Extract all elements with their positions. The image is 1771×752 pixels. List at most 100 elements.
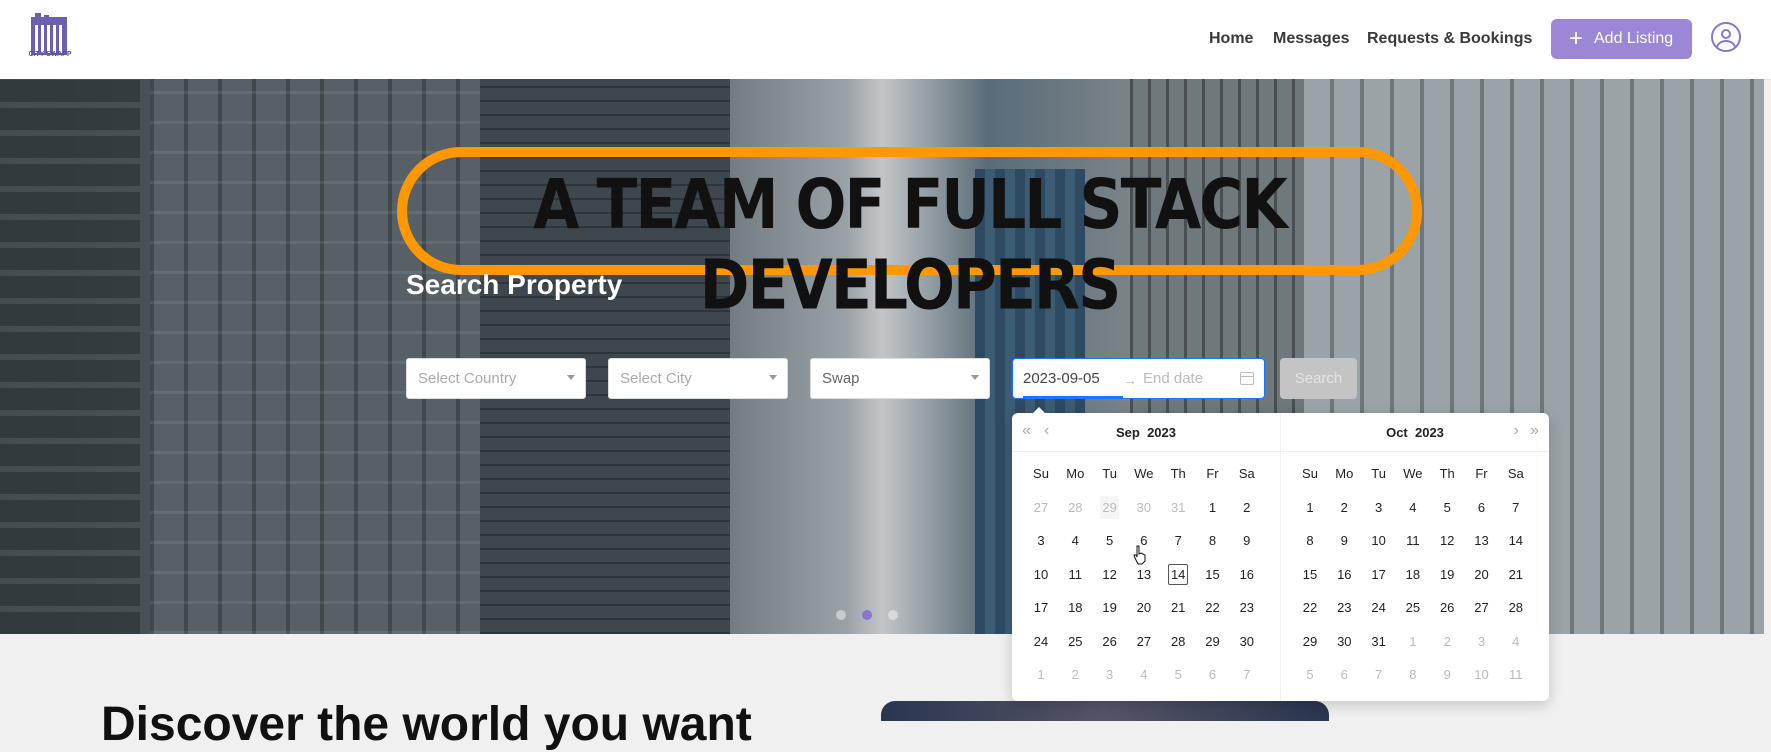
calendar-day[interactable]: 3	[1362, 491, 1396, 525]
calendar-day[interactable]: 6	[1327, 658, 1361, 692]
calendar-day[interactable]: 2	[1058, 658, 1092, 692]
calendar-day[interactable]: 18	[1058, 591, 1092, 625]
calendar-day[interactable]: 1	[1293, 491, 1327, 525]
end-date-input[interactable]: End date	[1143, 370, 1203, 387]
calendar-day[interactable]: 7	[1230, 658, 1264, 692]
carousel-dot-2[interactable]	[862, 610, 872, 620]
calendar-day[interactable]: 30	[1327, 625, 1361, 659]
calendar-day[interactable]: 26	[1430, 591, 1464, 625]
calendar-day[interactable]: 11	[1396, 524, 1430, 558]
calendar-day[interactable]: 15	[1293, 558, 1327, 592]
calendar-day[interactable]: 4	[1499, 625, 1533, 659]
calendar-day[interactable]: 1	[1024, 658, 1058, 692]
calendar-day[interactable]: 4	[1127, 658, 1161, 692]
calendar-day[interactable]: 29	[1093, 491, 1127, 525]
calendar-day[interactable]: 5	[1161, 658, 1195, 692]
calendar-day[interactable]: 22	[1196, 591, 1230, 625]
calendar-day[interactable]: 8	[1196, 524, 1230, 558]
date-range-input[interactable]: 2023-09-05 → End date	[1012, 358, 1265, 399]
year-label[interactable]: 2023	[1415, 425, 1444, 440]
calendar-day[interactable]: 9	[1327, 524, 1361, 558]
calendar-day[interactable]: 4	[1396, 491, 1430, 525]
calendar-day[interactable]: 6	[1196, 658, 1230, 692]
start-date-input[interactable]: 2023-09-05	[1023, 370, 1100, 387]
calendar-day[interactable]: 27	[1465, 591, 1499, 625]
calendar-day[interactable]: 2	[1230, 491, 1264, 525]
calendar-day[interactable]: 25	[1396, 591, 1430, 625]
calendar-day[interactable]: 12	[1093, 558, 1127, 592]
calendar-day[interactable]: 23	[1327, 591, 1361, 625]
calendar-day[interactable]: 11	[1058, 558, 1092, 592]
calendar-day[interactable]: 19	[1430, 558, 1464, 592]
calendar-day[interactable]: 16	[1327, 558, 1361, 592]
calendar-day[interactable]: 17	[1362, 558, 1396, 592]
calendar-day[interactable]: 7	[1362, 658, 1396, 692]
calendar-day[interactable]: 14	[1499, 524, 1533, 558]
calendar-day[interactable]: 15	[1196, 558, 1230, 592]
carousel-dot-3[interactable]	[888, 610, 898, 620]
calendar-day[interactable]: 9	[1230, 524, 1264, 558]
calendar-day[interactable]: 1	[1196, 491, 1230, 525]
calendar-day[interactable]: 28	[1161, 625, 1195, 659]
calendar-day[interactable]: 22	[1293, 591, 1327, 625]
calendar-day[interactable]: 8	[1396, 658, 1430, 692]
month-label[interactable]: Oct	[1386, 425, 1408, 440]
country-select[interactable]: Select Country	[406, 358, 586, 399]
calendar-day[interactable]: 2	[1327, 491, 1361, 525]
calendar-day[interactable]: 13	[1465, 524, 1499, 558]
city-select[interactable]: Select City	[608, 358, 788, 399]
calendar-day-today[interactable]: 14	[1161, 558, 1195, 592]
calendar-day[interactable]: 29	[1293, 625, 1327, 659]
calendar-day[interactable]: 21	[1161, 591, 1195, 625]
calendar-day[interactable]: 30	[1127, 491, 1161, 525]
search-button[interactable]: Search	[1280, 358, 1357, 399]
nav-home[interactable]: Home	[1209, 30, 1253, 48]
calendar-day[interactable]: 19	[1093, 591, 1127, 625]
calendar-day[interactable]: 30	[1230, 625, 1264, 659]
calendar-day[interactable]: 5	[1093, 524, 1127, 558]
calendar-day[interactable]: 18	[1396, 558, 1430, 592]
month-label[interactable]: Sep	[1116, 425, 1140, 440]
calendar-day[interactable]: 29	[1196, 625, 1230, 659]
calendar-day[interactable]: 27	[1024, 491, 1058, 525]
calendar-day[interactable]: 6	[1465, 491, 1499, 525]
calendar-day[interactable]: 16	[1230, 558, 1264, 592]
type-select[interactable]: Swap	[810, 358, 990, 399]
calendar-day[interactable]: 1	[1396, 625, 1430, 659]
calendar-day[interactable]: 23	[1230, 591, 1264, 625]
calendar-day[interactable]: 21	[1499, 558, 1533, 592]
calendar-day[interactable]: 8	[1293, 524, 1327, 558]
calendar-day[interactable]: 28	[1499, 591, 1533, 625]
calendar-day[interactable]: 11	[1499, 658, 1533, 692]
calendar-day[interactable]: 31	[1161, 491, 1195, 525]
double-chevron-right-icon[interactable]: »	[1530, 422, 1539, 440]
calendar-day[interactable]: 10	[1024, 558, 1058, 592]
calendar-day[interactable]: 10	[1362, 524, 1396, 558]
calendar-day[interactable]: 2	[1430, 625, 1464, 659]
calendar-day[interactable]: 28	[1058, 491, 1092, 525]
chevron-right-icon[interactable]: ›	[1514, 422, 1519, 440]
calendar-day[interactable]: 3	[1465, 625, 1499, 659]
calendar-day[interactable]: 27	[1127, 625, 1161, 659]
calendar-day[interactable]: 12	[1430, 524, 1464, 558]
calendar-day[interactable]: 20	[1465, 558, 1499, 592]
calendar-day[interactable]: 3	[1093, 658, 1127, 692]
user-avatar-icon[interactable]	[1711, 22, 1741, 52]
calendar-day[interactable]: 24	[1362, 591, 1396, 625]
calendar-day[interactable]: 5	[1293, 658, 1327, 692]
calendar-day[interactable]: 4	[1058, 524, 1092, 558]
nav-requests-bookings[interactable]: Requests & Bookings	[1367, 30, 1532, 48]
calendar-day[interactable]: 7	[1499, 491, 1533, 525]
calendar-day[interactable]: 25	[1058, 625, 1092, 659]
year-label[interactable]: 2023	[1147, 425, 1176, 440]
calendar-day[interactable]: 9	[1430, 658, 1464, 692]
calendar-day[interactable]: 20	[1127, 591, 1161, 625]
calendar-day[interactable]: 26	[1093, 625, 1127, 659]
nav-messages[interactable]: Messages	[1273, 30, 1350, 48]
calendar-day[interactable]: 24	[1024, 625, 1058, 659]
calendar-day[interactable]: 3	[1024, 524, 1058, 558]
calendar-day[interactable]: 5	[1430, 491, 1464, 525]
calendar-day[interactable]: 17	[1024, 591, 1058, 625]
calendar-day[interactable]: 10	[1465, 658, 1499, 692]
calendar-day[interactable]: 7	[1161, 524, 1195, 558]
